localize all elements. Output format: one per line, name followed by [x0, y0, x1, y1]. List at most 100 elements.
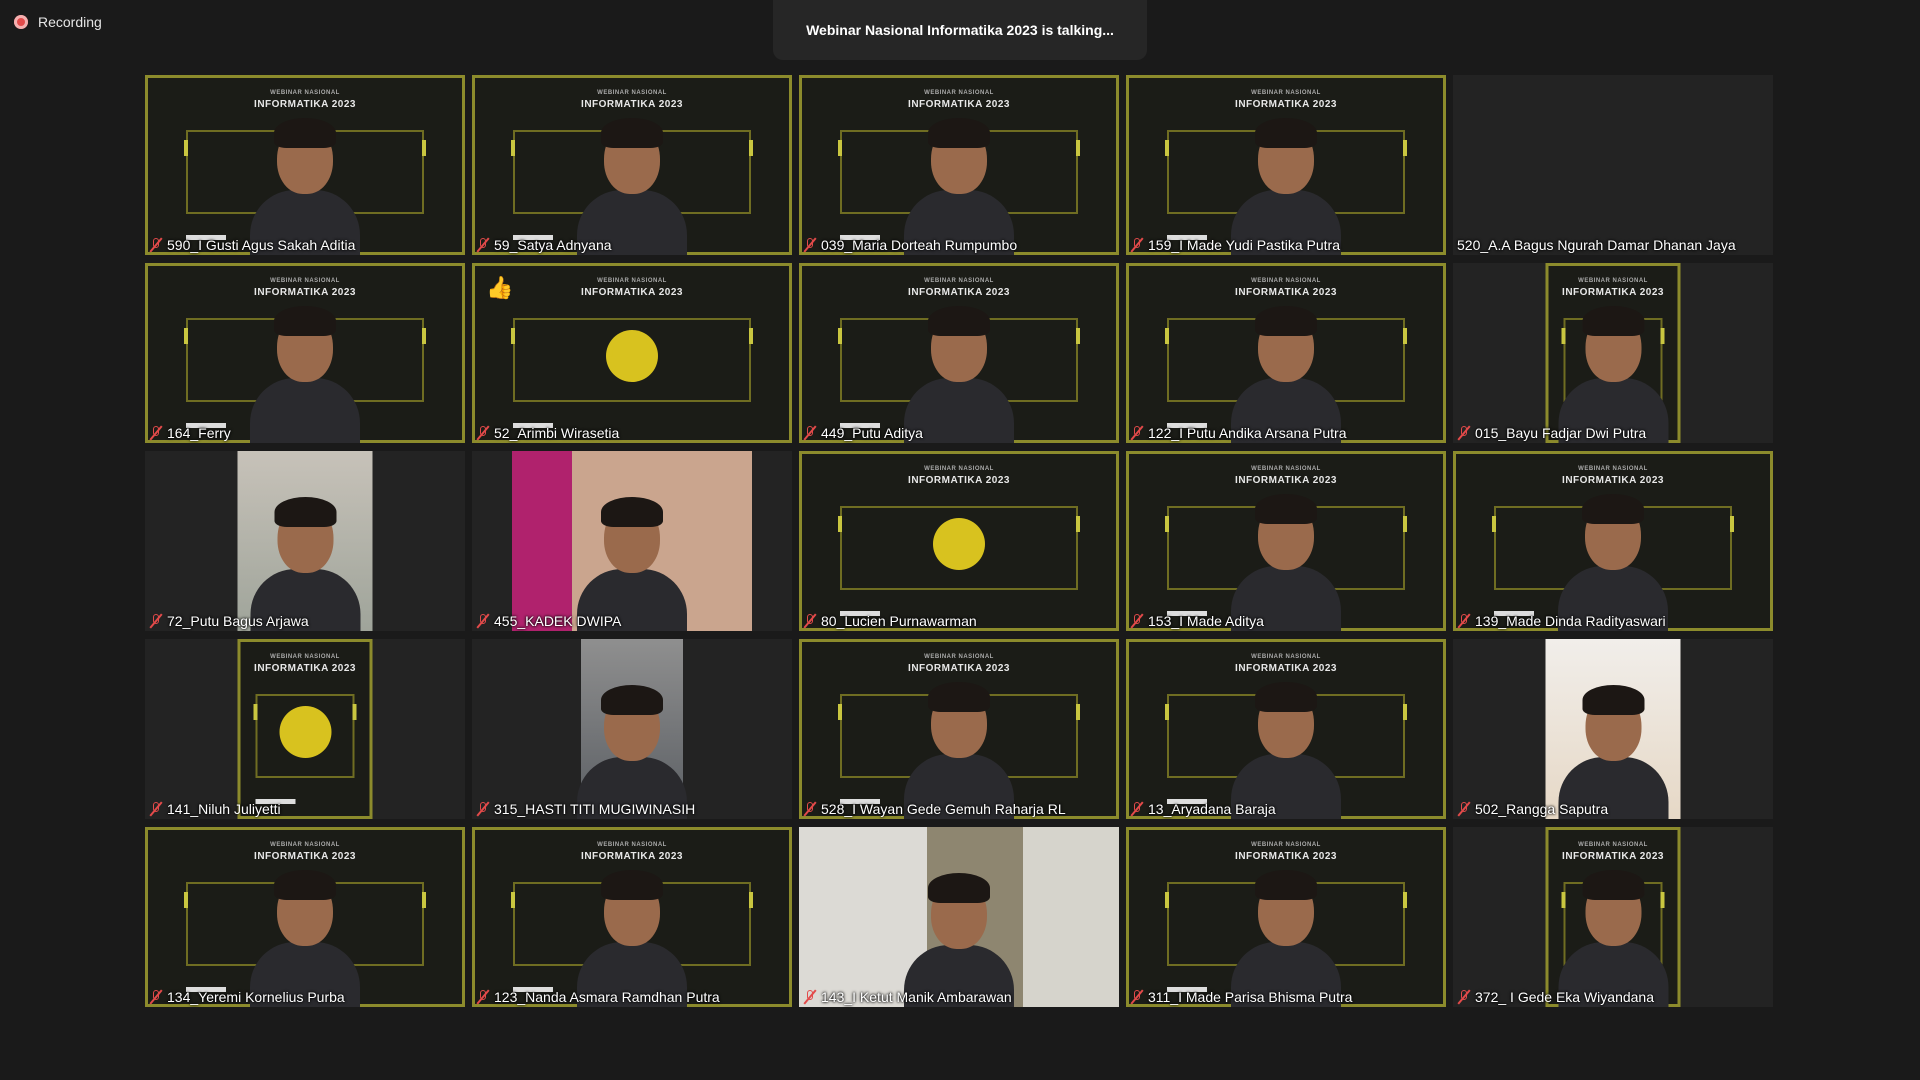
participant-name: 449_Putu Aditya [821, 425, 923, 441]
participant-name: 59_Satya Adnyana [494, 237, 612, 253]
participant-name: 139_Made Dinda Radityaswari [1475, 613, 1666, 629]
participant-name-label: 13_Aryadana Baraja [1130, 801, 1276, 817]
participant-name-label: 153_I Made Aditya [1130, 613, 1264, 629]
participant-tile[interactable]: WEBINAR NASIONAL INFORMATIKA 2023 153_I Ma… [1126, 451, 1446, 631]
participant-video: WEBINAR NASIONAL INFORMATIKA 2023 [1126, 75, 1446, 255]
participant-tile[interactable]: 455_KADEK DWIPA [472, 451, 792, 631]
event-banner-background: WEBINAR NASIONAL INFORMATIKA 2023 [1126, 263, 1446, 443]
participant-name-label: 122_I Putu Andika Arsana Putra [1130, 425, 1346, 441]
banner-title: WEBINAR NASIONAL INFORMATIKA 2023 [581, 90, 683, 110]
participant-name: 455_KADEK DWIPA [494, 613, 622, 629]
mic-muted-icon [803, 613, 817, 629]
participant-video: WEBINAR NASIONAL INFORMATIKA 2023 [1545, 263, 1681, 443]
mic-muted-icon [1130, 237, 1144, 253]
banner-title: WEBINAR NASIONAL INFORMATIKA 2023 [581, 842, 683, 862]
event-banner-background: WEBINAR NASIONAL INFORMATIKA 2023 [1453, 451, 1773, 631]
informatika-gear-logo-icon [606, 330, 658, 383]
participant-name: 13_Aryadana Baraja [1148, 801, 1276, 817]
participant-silhouette [250, 300, 360, 443]
participant-video [577, 639, 687, 819]
participant-tile[interactable]: WEBINAR NASIONAL INFORMATIKA 2023 039_Mari… [799, 75, 1119, 255]
informatika-gear-logo-icon [279, 706, 331, 759]
participant-silhouette [1558, 864, 1668, 1007]
participant-name: 141_Niluh Juliyetti [167, 801, 281, 817]
participant-tile[interactable]: 72_Putu Bagus Arjawa [145, 451, 465, 631]
participant-video: WEBINAR NASIONAL INFORMATIKA 2023 [1126, 639, 1446, 819]
event-banner-background: WEBINAR NASIONAL INFORMATIKA 2023 [145, 827, 465, 1007]
event-banner-background: WEBINAR NASIONAL INFORMATIKA 2023 [799, 75, 1119, 255]
participant-video: WEBINAR NASIONAL INFORMATIKA 2023 [145, 75, 465, 255]
participant-name: 590_I Gusti Agus Sakah Aditia [167, 237, 356, 253]
banner-title: WEBINAR NASIONAL INFORMATIKA 2023 [1235, 654, 1337, 674]
participant-silhouette [577, 864, 687, 1007]
participant-tile[interactable]: WEBINAR NASIONAL INFORMATIKA 2023 449_Putu… [799, 263, 1119, 443]
event-banner-background: WEBINAR NASIONAL INFORMATIKA 2023 [1126, 451, 1446, 631]
event-banner-background: WEBINAR NASIONAL INFORMATIKA 2023 [472, 827, 792, 1007]
participant-tile[interactable]: 520_A.A Bagus Ngurah Damar Dhanan Jaya [1453, 75, 1773, 255]
mic-muted-icon [476, 237, 490, 253]
participant-name: 372_ I Gede Eka Wiyandana [1475, 989, 1655, 1005]
participant-silhouette [1231, 488, 1341, 631]
mic-muted-icon [1457, 989, 1471, 1005]
mic-muted-icon [803, 237, 817, 253]
event-banner-background: WEBINAR NASIONAL INFORMATIKA 2023 [472, 263, 792, 443]
participant-silhouette [577, 679, 687, 819]
participant-name-label: 80_Lucien Purnawarman [803, 613, 977, 629]
participant-video: WEBINAR NASIONAL INFORMATIKA 2023 [1126, 827, 1446, 1007]
participant-tile[interactable]: WEBINAR NASIONAL INFORMATIKA 2023 80_Lucie… [799, 451, 1119, 631]
participant-video [237, 451, 373, 631]
banner-title: WEBINAR NASIONAL INFORMATIKA 2023 [908, 90, 1010, 110]
participant-name-label: 528_I Wayan Gede Gemuh Raharja RL [803, 801, 1066, 817]
mic-muted-icon [1130, 989, 1144, 1005]
event-banner-background: WEBINAR NASIONAL INFORMATIKA 2023 [1545, 263, 1681, 443]
participant-silhouette [1558, 679, 1668, 819]
participant-name: 520_A.A Bagus Ngurah Damar Dhanan Jaya [1457, 237, 1736, 253]
participant-tile[interactable]: 143_I Ketut Manik Ambarawan [799, 827, 1119, 1007]
participant-tile[interactable]: WEBINAR NASIONAL INFORMATIKA 2023 122_I Pu… [1126, 263, 1446, 443]
participant-tile[interactable]: WEBINAR NASIONAL INFORMATIKA 2023 123_Nand… [472, 827, 792, 1007]
participant-name-label: 449_Putu Aditya [803, 425, 923, 441]
banner-title: WEBINAR NASIONAL INFORMATIKA 2023 [908, 278, 1010, 298]
participant-silhouette [250, 112, 360, 255]
participant-tile[interactable]: WEBINAR NASIONAL INFORMATIKA 2023 139_Made… [1453, 451, 1773, 631]
recording-indicator[interactable]: Recording [14, 14, 102, 30]
participant-tile[interactable]: WEBINAR NASIONAL INFORMATIKA 2023 13_Aryad… [1126, 639, 1446, 819]
participant-video: WEBINAR NASIONAL INFORMATIKA 2023 [472, 827, 792, 1007]
participant-name: 52_Arimbi Wirasetia [494, 425, 620, 441]
mic-muted-icon [476, 613, 490, 629]
participant-silhouette [250, 491, 360, 631]
participant-tile[interactable]: 502_Rangga Saputra [1453, 639, 1773, 819]
participant-tile[interactable]: WEBINAR NASIONAL INFORMATIKA 2023 134_Yere… [145, 827, 465, 1007]
participant-name-label: 164_Ferry [149, 425, 231, 441]
mic-muted-icon [803, 801, 817, 817]
participant-name: 153_I Made Aditya [1148, 613, 1264, 629]
participant-name-label: 015_Bayu Fadjar Dwi Putra [1457, 425, 1646, 441]
participant-video [512, 451, 752, 631]
participant-tile[interactable]: WEBINAR NASIONAL INFORMATIKA 2023 590_I Gu… [145, 75, 465, 255]
mic-muted-icon [1457, 801, 1471, 817]
participant-tile[interactable]: WEBINAR NASIONAL INFORMATIKA 2023 311_I Ma… [1126, 827, 1446, 1007]
participant-tile[interactable]: WEBINAR NASIONAL INFORMATIKA 2023 528_I Wa… [799, 639, 1119, 819]
participant-tile[interactable]: WEBINAR NASIONAL INFORMATIKA 2023 141_Nilu… [145, 639, 465, 819]
participant-name-label: 123_Nanda Asmara Ramdhan Putra [476, 989, 720, 1005]
participant-tile[interactable]: WEBINAR NASIONAL INFORMATIKA 2023 👍 52_Arim… [472, 263, 792, 443]
mic-muted-icon [1130, 613, 1144, 629]
participant-video: WEBINAR NASIONAL INFORMATIKA 2023 [237, 639, 373, 819]
participant-tile[interactable]: WEBINAR NASIONAL INFORMATIKA 2023 015_Bayu… [1453, 263, 1773, 443]
participant-tile[interactable]: WEBINAR NASIONAL INFORMATIKA 2023 159_I Ma… [1126, 75, 1446, 255]
participant-tile[interactable]: 315_HASTI TITI MUGIWINASIH [472, 639, 792, 819]
participant-tile[interactable]: WEBINAR NASIONAL INFORMATIKA 2023 372_ I G… [1453, 827, 1773, 1007]
event-banner-background: WEBINAR NASIONAL INFORMATIKA 2023 [1126, 827, 1446, 1007]
participant-video: WEBINAR NASIONAL INFORMATIKA 2023 [1453, 451, 1773, 631]
participant-silhouette [1558, 300, 1668, 443]
event-banner-background: WEBINAR NASIONAL INFORMATIKA 2023 [1126, 639, 1446, 819]
event-banner-background: WEBINAR NASIONAL INFORMATIKA 2023 [799, 263, 1119, 443]
participant-tile[interactable]: WEBINAR NASIONAL INFORMATIKA 2023 164_Ferr… [145, 263, 465, 443]
participant-silhouette [1231, 676, 1341, 819]
banner-title: WEBINAR NASIONAL INFORMATIKA 2023 [1235, 278, 1337, 298]
mic-muted-icon [1130, 425, 1144, 441]
banner-title: WEBINAR NASIONAL INFORMATIKA 2023 [1562, 842, 1664, 862]
participant-tile[interactable]: WEBINAR NASIONAL INFORMATIKA 2023 59_Satya… [472, 75, 792, 255]
participant-name-label: 139_Made Dinda Radityaswari [1457, 613, 1666, 629]
participant-name-label: 590_I Gusti Agus Sakah Aditia [149, 237, 355, 253]
